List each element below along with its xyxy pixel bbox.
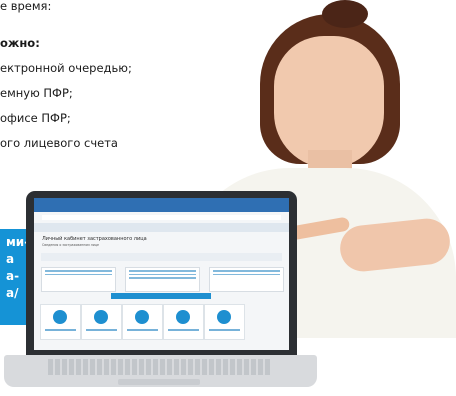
tile-line [168, 329, 199, 331]
site-header [34, 223, 289, 232]
screen-subtitle: Сведения о застрахованном лице [42, 243, 99, 247]
service-column-1 [41, 267, 116, 292]
col-3-line-2 [213, 273, 280, 275]
circle-icon [135, 310, 149, 324]
col-2-line-1 [129, 270, 196, 272]
service-tiles [40, 304, 283, 340]
service-tile-2 [81, 304, 122, 340]
col-1-line-1 [45, 270, 112, 272]
service-column-2 [125, 267, 200, 292]
tile-line [86, 329, 117, 331]
laptop-touchpad [118, 379, 200, 385]
col-1-line-2 [45, 273, 112, 275]
tile-line [127, 329, 158, 331]
tile-line [209, 329, 240, 331]
user-info-strip [41, 253, 282, 261]
text-line-6: ого лицевого счета [0, 136, 118, 150]
service-tile-5 [204, 304, 245, 340]
circle-icon [94, 310, 108, 324]
text-line-5: офисе ПФР; [0, 111, 71, 125]
laptop-keyboard [48, 359, 271, 375]
face [274, 36, 384, 168]
address-bar [42, 215, 281, 220]
text-line-4: емную ПФР; [0, 86, 73, 100]
circle-icon [53, 310, 67, 324]
service-column-3 [209, 267, 284, 292]
circle-icon [176, 310, 190, 324]
col-2-line-3 [129, 277, 196, 279]
service-tile-1 [40, 304, 81, 340]
text-line-1: е время: [0, 0, 52, 13]
text-line-2: ожно: [0, 36, 40, 50]
cta-bar [111, 293, 211, 299]
hair-bun [322, 0, 368, 28]
service-tile-3 [122, 304, 163, 340]
circle-icon [217, 310, 231, 324]
browser-toolbar [34, 198, 289, 212]
tile-line [45, 329, 76, 331]
laptop-screen: Личный кабинет застрахованного лица Свед… [34, 198, 289, 350]
col-2-line-2 [129, 273, 196, 275]
col-3-line-1 [213, 270, 280, 272]
service-tile-4 [163, 304, 204, 340]
text-line-3: ектронной очередью; [0, 61, 132, 75]
screen-title: Личный кабинет застрахованного лица [42, 236, 147, 242]
